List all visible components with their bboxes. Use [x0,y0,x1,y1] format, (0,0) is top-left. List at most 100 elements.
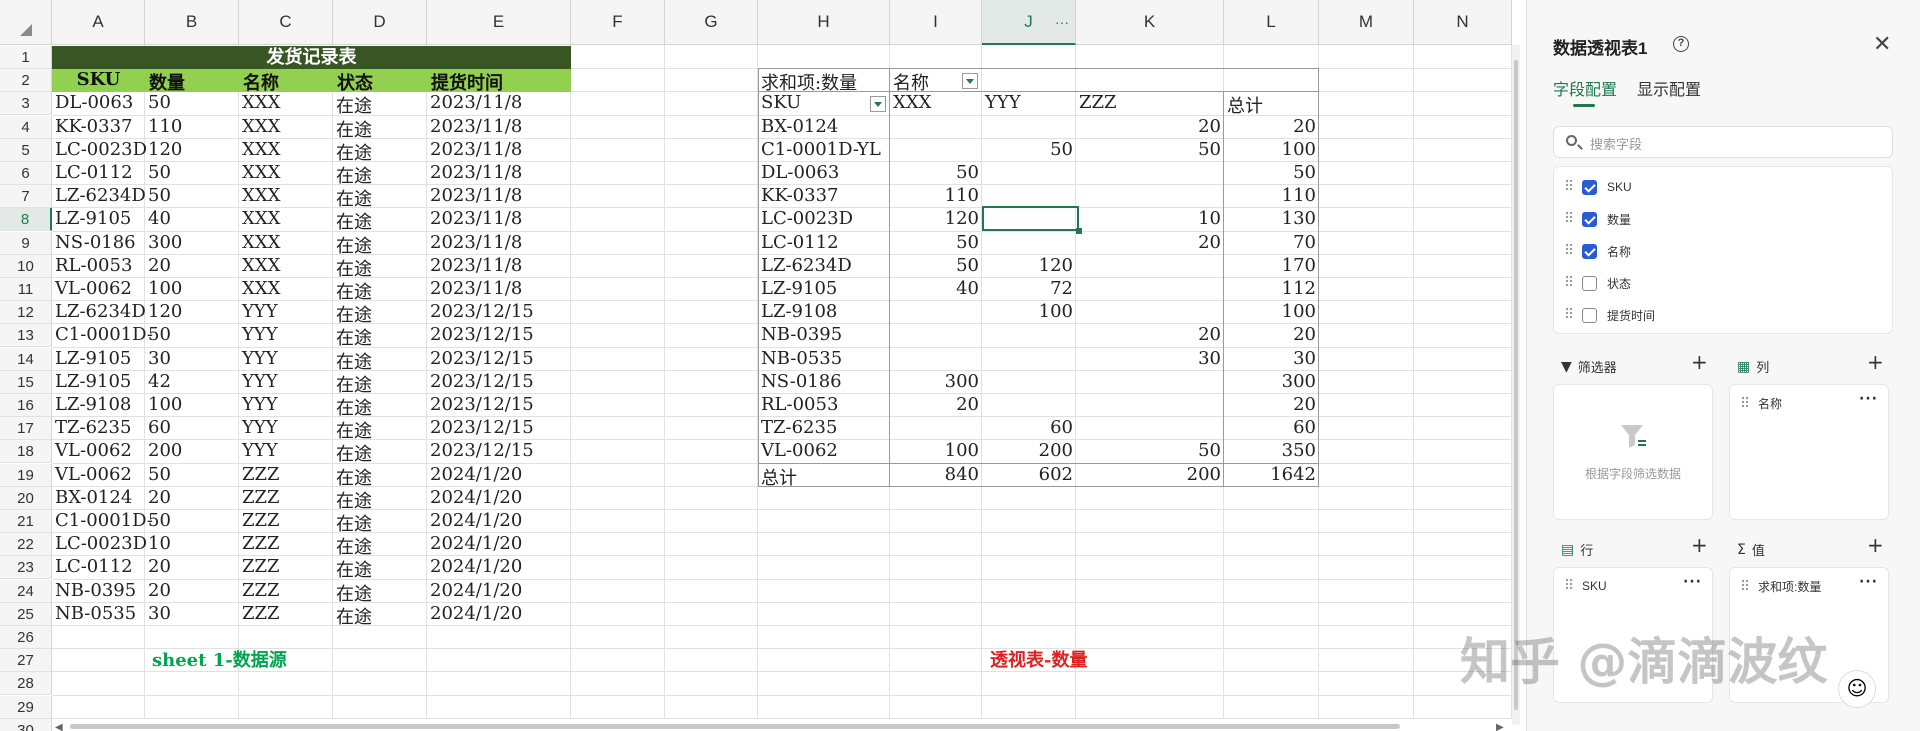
source-cell[interactable]: YYY [239,394,333,417]
pivot-value-cell[interactable]: 20 [1224,116,1319,139]
source-cell[interactable]: 20 [145,255,239,278]
source-cell[interactable]: YYY [239,301,333,324]
pivot-value-cell[interactable] [982,348,1076,371]
source-cell[interactable]: 2023/11/8 [427,162,571,185]
close-icon[interactable]: ✕ [1873,32,1891,57]
column-header-c[interactable]: C [239,0,333,45]
source-cell[interactable]: XXX [239,185,333,208]
pivot-total-cell[interactable]: 840 [890,464,982,487]
pivot-value-cell[interactable] [890,301,982,324]
source-cell[interactable]: LZ-9105 [52,348,155,371]
pivot-value-cell[interactable]: 10 [1076,208,1224,231]
pivot-value-cell[interactable]: 100 [1224,301,1319,324]
source-cell[interactable]: 在途 [333,116,427,139]
drag-handle-icon[interactable]: ⠿ [1740,396,1758,412]
source-cell[interactable]: XXX [239,116,333,139]
drag-handle-icon[interactable]: ⠿ [1564,243,1582,259]
source-cell[interactable]: 50 [145,185,239,208]
fill-handle[interactable] [1076,228,1082,234]
pivot-value-cell[interactable]: 20 [1076,116,1224,139]
pivot-value-cell[interactable] [1076,417,1224,440]
pivot-value-cell[interactable]: 100 [1224,139,1319,162]
source-cell[interactable]: 在途 [333,255,427,278]
row-header-6[interactable]: 6 [0,162,52,185]
pivot-value-cell[interactable]: 200 [982,440,1076,463]
source-cell[interactable]: 2023/11/8 [427,255,571,278]
source-cell[interactable]: 2023/11/8 [427,278,571,301]
row-header-15[interactable]: 15 [0,370,52,394]
pivot-value-cell[interactable]: 120 [890,208,982,231]
source-cell[interactable]: LC-0023D [52,139,155,162]
field-checkbox[interactable] [1582,307,1597,323]
pivot-value-cell[interactable]: 20 [1224,394,1319,417]
pivot-value-cell[interactable]: 100 [982,301,1076,324]
source-cell[interactable]: XXX [239,255,333,278]
pivot-value-cell[interactable]: 100 [890,440,982,463]
scroll-right-icon[interactable]: ▶ [1496,722,1504,731]
source-label[interactable]: sheet 1-数据源 [149,646,290,669]
row-header-12[interactable]: 12 [0,301,52,325]
tab-field-config[interactable]: 字段配置 [1553,76,1617,100]
source-cell[interactable]: 2023/11/8 [427,208,571,231]
source-cell[interactable]: 2023/11/8 [427,116,571,139]
add-row-button[interactable]: + [1691,533,1708,557]
pivot-column-key[interactable]: 总计 [1224,92,1319,115]
column-header-a[interactable]: A [52,0,145,45]
source-cell[interactable]: ZZZ [239,556,333,579]
values-item[interactable]: ⠿ 求和项:数量 [1740,578,1821,595]
pivot-value-cell[interactable] [890,116,982,139]
source-cell[interactable]: 120 [145,139,239,162]
row-header-19[interactable]: 19 [0,463,52,487]
source-cell[interactable]: 2023/12/15 [427,371,571,394]
source-cell[interactable]: C1-0001D- [52,510,155,533]
pivot-row-label[interactable]: DL-0063 [758,162,890,185]
source-cell[interactable]: RL-0053 [52,255,155,278]
source-cell[interactable]: LZ-6234D [52,301,155,324]
vertical-scroll-thumb[interactable] [1514,60,1518,710]
source-cell[interactable]: 42 [145,371,239,394]
columns-dropzone[interactable]: ⠿ 名称 ··· [1729,384,1889,520]
source-cell[interactable]: KK-0337 [52,116,155,139]
pivot-value-cell[interactable]: 300 [1224,371,1319,394]
source-cell[interactable]: YYY [239,371,333,394]
source-cell[interactable]: ZZZ [239,580,333,603]
row-header-18[interactable]: 18 [0,440,52,464]
filter-dropzone[interactable]: 根据字段筛选数据 [1553,384,1713,520]
source-cell[interactable]: 40 [145,208,239,231]
column-header-e[interactable]: E [427,0,571,45]
search-field-input[interactable]: 搜索字段 [1553,126,1893,158]
source-cell[interactable]: 在途 [333,533,427,556]
source-cell[interactable]: ZZZ [239,464,333,487]
column-header-n[interactable]: N [1414,0,1512,45]
column-header-g[interactable]: G [665,0,758,45]
add-column-button[interactable]: + [1867,350,1884,374]
pivot-value-cell[interactable] [890,348,982,371]
pivot-value-cell[interactable] [982,232,1076,255]
pivot-value-cell[interactable]: 110 [890,185,982,208]
add-value-button[interactable]: + [1867,533,1884,557]
drag-handle-icon[interactable]: ⠿ [1564,211,1582,227]
source-cell[interactable]: 50 [145,510,239,533]
source-cell[interactable]: 100 [145,278,239,301]
pivot-row-label[interactable]: C1-0001D-YL [758,139,890,162]
pivot-row-label[interactable]: TZ-6235 [758,417,890,440]
source-header-0[interactable]: SKU [52,69,145,92]
column-header-f[interactable]: F [571,0,665,45]
source-cell[interactable]: 2023/12/15 [427,348,571,371]
pivot-row-label[interactable]: NS-0186 [758,371,890,394]
field-row[interactable]: ⠿ 提货时间 [1564,303,1655,327]
source-cell[interactable]: XXX [239,232,333,255]
pivot-value-cell[interactable] [1076,255,1224,278]
source-cell[interactable]: 2023/12/15 [427,440,571,463]
source-cell[interactable]: LC-0023D [52,533,155,556]
pivot-value-cell[interactable]: 350 [1224,440,1319,463]
source-cell[interactable]: XXX [239,92,333,115]
source-cell[interactable]: 30 [145,603,239,626]
pivot-value-cell[interactable] [982,324,1076,347]
drag-handle-icon[interactable]: ⠿ [1740,579,1758,595]
pivot-row-label[interactable]: LC-0023D [758,208,890,231]
pivot-column-key[interactable]: YYY [982,92,1076,115]
pivot-value-cell[interactable]: 112 [1224,278,1319,301]
row-header-27[interactable]: 27 [0,649,52,673]
source-cell[interactable]: YYY [239,348,333,371]
